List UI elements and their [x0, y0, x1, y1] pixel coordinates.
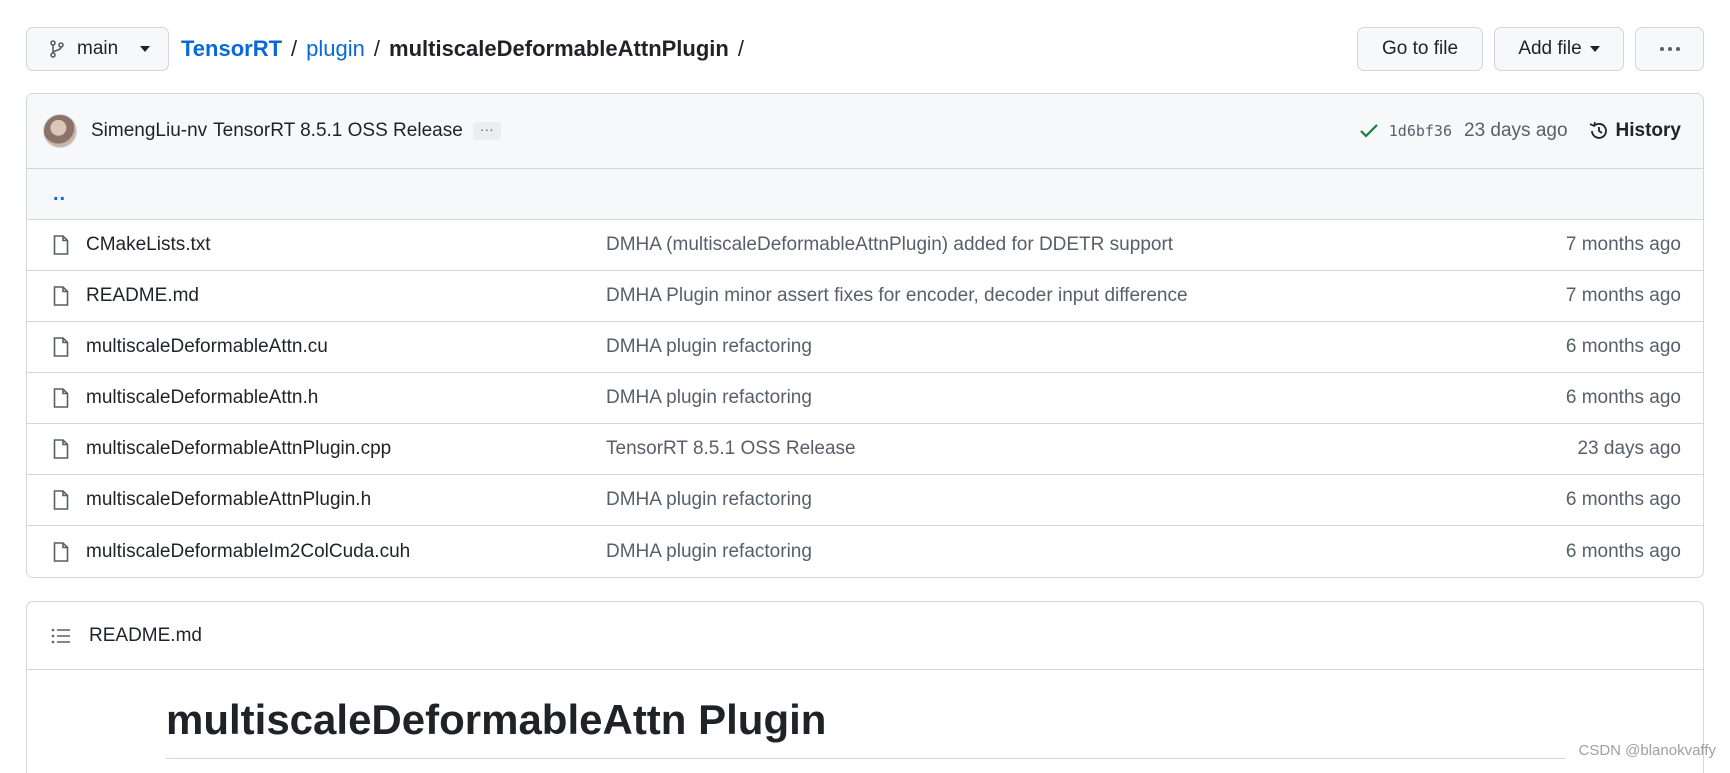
check-icon[interactable]: [1359, 123, 1379, 139]
readme-header: README.md: [27, 602, 1703, 670]
breadcrumb-separator: /: [373, 36, 381, 61]
parent-directory-row[interactable]: ..: [27, 169, 1703, 220]
list-unordered-icon[interactable]: [51, 627, 71, 645]
history-icon: [1589, 121, 1607, 139]
file-commit-message[interactable]: TensorRT 8.5.1 OSS Release: [606, 438, 1577, 460]
history-label: History: [1615, 120, 1681, 141]
file-rows: CMakeLists.txt DMHA (multiscaleDeformable…: [27, 220, 1703, 577]
file-row[interactable]: multiscaleDeformableAttnPlugin.cpp Tensor…: [27, 424, 1703, 475]
file-commit-message[interactable]: DMHA (multiscaleDeformableAttnPlugin) ad…: [606, 234, 1566, 256]
breadcrumb-trailing-separator: /: [737, 36, 744, 61]
add-file-button[interactable]: Add file: [1494, 27, 1624, 71]
branch-selector-button[interactable]: main: [26, 27, 169, 71]
breadcrumb-separator: /: [291, 36, 298, 61]
commit-message[interactable]: TensorRT 8.5.1 OSS Release: [213, 120, 463, 142]
file-row[interactable]: README.md DMHA Plugin minor assert fixes …: [27, 271, 1703, 322]
readme-panel: README.md multiscaleDeformableAttn Plugi…: [26, 601, 1704, 773]
file-icon: [51, 335, 71, 359]
breadcrumb-repo-link[interactable]: TensorRT: [181, 36, 282, 62]
file-commit-age: 6 months ago: [1565, 540, 1681, 562]
go-to-file-button[interactable]: Go to file: [1357, 27, 1483, 71]
file-commit-message[interactable]: DMHA Plugin minor assert fixes for encod…: [606, 285, 1566, 307]
file-name-link[interactable]: multiscaleDeformableAttn.h: [86, 387, 606, 409]
git-branch-icon: [50, 40, 64, 58]
readme-body: multiscaleDeformableAttn Plugin: [27, 696, 1703, 759]
avatar[interactable]: [43, 114, 77, 148]
history-button[interactable]: History: [1588, 120, 1681, 142]
chevron-down-icon: [1589, 46, 1600, 52]
file-row[interactable]: multiscaleDeformableAttn.cu DMHA plugin r…: [27, 322, 1703, 373]
breadcrumb-folder-link[interactable]: plugin: [306, 36, 365, 62]
add-file-label: Add file: [1518, 38, 1582, 59]
file-name-link[interactable]: multiscaleDeformableAttnPlugin.h: [86, 489, 606, 511]
file-icon: [51, 540, 71, 564]
expand-commit-button[interactable]: ···: [472, 122, 501, 140]
file-name-link[interactable]: multiscaleDeformableAttn.cu: [86, 336, 606, 358]
file-row[interactable]: multiscaleDeformableIm2ColCuda.cuh DMHA p…: [27, 526, 1703, 577]
breadcrumb: TensorRT / plugin / multiscaleDeformable…: [181, 36, 744, 62]
chevron-down-icon: [140, 46, 150, 52]
file-name-link[interactable]: multiscaleDeformableIm2ColCuda.cuh: [86, 541, 606, 563]
file-commit-message[interactable]: DMHA plugin refactoring: [606, 336, 1566, 358]
file-commit-message[interactable]: DMHA plugin refactoring: [606, 387, 1566, 409]
file-icon: [51, 386, 71, 410]
file-commit-message[interactable]: DMHA plugin refactoring: [606, 489, 1566, 511]
more-options-button[interactable]: [1635, 27, 1704, 71]
top-actions: Go to file Add file: [1357, 27, 1704, 71]
file-icon: [51, 233, 71, 257]
file-icon: [51, 488, 71, 512]
commit-meta: 1d6bf36 23 days ago History: [1359, 120, 1681, 142]
branch-name: main: [77, 38, 119, 59]
file-commit-age: 7 months ago: [1565, 285, 1681, 306]
commit-sha[interactable]: 1d6bf36: [1389, 122, 1452, 140]
watermark: CSDN @blanokvaffy: [1578, 742, 1716, 759]
file-icon: [51, 284, 71, 308]
file-listing: SimengLiu-nv TensorRT 8.5.1 OSS Release …: [26, 93, 1704, 578]
file-row[interactable]: multiscaleDeformableAttnPlugin.h DMHA plu…: [27, 475, 1703, 526]
file-commit-age: 23 days ago: [1577, 438, 1681, 459]
parent-directory-link[interactable]: ..: [53, 183, 66, 206]
file-commit-age: 6 months ago: [1565, 489, 1681, 510]
file-name-link[interactable]: CMakeLists.txt: [86, 234, 606, 256]
file-name-link[interactable]: multiscaleDeformableAttnPlugin.cpp: [86, 438, 606, 460]
file-row[interactable]: CMakeLists.txt DMHA (multiscaleDeformable…: [27, 220, 1703, 271]
readme-title: multiscaleDeformableAttn Plugin: [166, 696, 1566, 759]
file-row[interactable]: multiscaleDeformableAttn.h DMHA plugin re…: [27, 373, 1703, 424]
latest-commit-bar: SimengLiu-nv TensorRT 8.5.1 OSS Release …: [27, 94, 1703, 169]
top-bar: main TensorRT / plugin / multiscaleDefor…: [26, 27, 1704, 71]
file-commit-age: 7 months ago: [1565, 234, 1681, 255]
file-commit-age: 6 months ago: [1565, 336, 1681, 357]
file-icon: [51, 437, 71, 461]
file-commit-age: 6 months ago: [1565, 387, 1681, 408]
kebab-horizontal-icon: [1659, 47, 1680, 51]
commit-age: 23 days ago: [1464, 120, 1568, 141]
commit-author[interactable]: SimengLiu-nv: [91, 120, 207, 142]
readme-filename[interactable]: README.md: [89, 625, 202, 647]
file-name-link[interactable]: README.md: [86, 285, 606, 307]
breadcrumb-current-folder: multiscaleDeformableAttnPlugin: [389, 36, 729, 61]
file-commit-message[interactable]: DMHA plugin refactoring: [606, 541, 1566, 563]
